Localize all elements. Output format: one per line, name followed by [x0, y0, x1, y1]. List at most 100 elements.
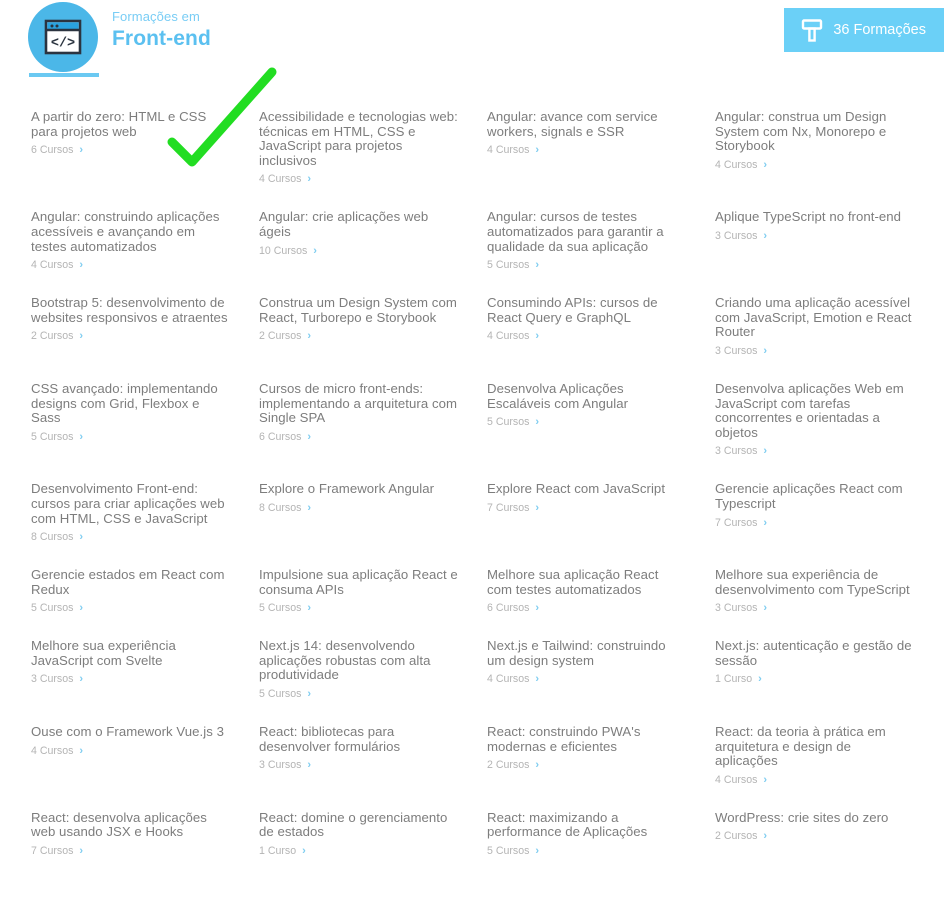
- page-title: Front-end: [112, 27, 211, 50]
- formation-card[interactable]: Next.js: autenticação e gestão de sessão…: [715, 615, 915, 701]
- formation-card[interactable]: Angular: cursos de testes automatizados …: [487, 186, 687, 272]
- formation-card-meta: 3 Cursos ›: [715, 602, 915, 615]
- formation-card[interactable]: Angular: construa um Design System com N…: [715, 86, 915, 186]
- svg-text:</>: </>: [51, 37, 75, 52]
- chevron-right-icon[interactable]: ›: [79, 845, 83, 858]
- formation-course-count: 4 Cursos: [31, 259, 74, 272]
- chevron-right-icon[interactable]: ›: [763, 230, 767, 243]
- formation-course-count: 10 Cursos: [259, 244, 308, 257]
- formation-card[interactable]: Explore o Framework Angular 8 Cursos ›: [259, 458, 459, 544]
- formation-card-title: Criando uma aplicação acessível com Java…: [715, 295, 912, 340]
- formation-card[interactable]: Melhore sua aplicação React com testes a…: [487, 544, 687, 615]
- formation-card[interactable]: Explore React com JavaScript 7 Cursos ›: [487, 458, 687, 544]
- chevron-right-icon[interactable]: ›: [79, 673, 83, 686]
- formation-course-count: 4 Cursos: [715, 158, 758, 171]
- formation-course-count: 7 Cursos: [715, 516, 758, 529]
- formation-card-title: React: da teoria à prática em arquitetur…: [715, 724, 886, 769]
- formation-card-title: Acessibilidade e tecnologias web: técnic…: [259, 109, 458, 168]
- chevron-right-icon[interactable]: ›: [763, 517, 767, 530]
- formation-card[interactable]: A partir do zero: HTML e CSS para projet…: [31, 86, 231, 186]
- formation-card[interactable]: CSS avançado: implementando designs com …: [31, 358, 231, 458]
- chevron-right-icon[interactable]: ›: [79, 259, 83, 272]
- formation-card-meta: 5 Cursos ›: [259, 602, 459, 615]
- chevron-right-icon[interactable]: ›: [763, 602, 767, 615]
- chevron-right-icon[interactable]: ›: [307, 330, 311, 343]
- formation-card[interactable]: Melhore sua experiência de desenvolvimen…: [715, 544, 915, 615]
- chevron-right-icon[interactable]: ›: [535, 330, 539, 343]
- chevron-right-icon[interactable]: ›: [307, 602, 311, 615]
- formation-card[interactable]: WordPress: crie sites do zero 2 Cursos ›: [715, 787, 915, 858]
- chevron-right-icon[interactable]: ›: [763, 445, 767, 458]
- chevron-right-icon[interactable]: ›: [763, 774, 767, 787]
- formation-card[interactable]: Desenvolvimento Front-end: cursos para c…: [31, 458, 231, 544]
- formation-card-meta: 2 Cursos ›: [259, 330, 459, 343]
- formation-card-title: Angular: construa um Design System com N…: [715, 109, 887, 154]
- chevron-right-icon[interactable]: ›: [307, 173, 311, 186]
- formation-card[interactable]: Consumindo APIs: cursos de React Query e…: [487, 272, 687, 358]
- chevron-right-icon[interactable]: ›: [307, 431, 311, 444]
- formation-card[interactable]: Cursos de micro front-ends: implementand…: [259, 358, 459, 458]
- chevron-right-icon[interactable]: ›: [79, 745, 83, 758]
- formation-card-title: A partir do zero: HTML e CSS para projet…: [31, 109, 207, 139]
- chevron-right-icon[interactable]: ›: [79, 431, 83, 444]
- chevron-right-icon[interactable]: ›: [307, 502, 311, 515]
- chevron-right-icon[interactable]: ›: [307, 759, 311, 772]
- signpost-icon: [801, 18, 823, 42]
- chevron-right-icon[interactable]: ›: [535, 416, 539, 429]
- formation-card[interactable]: React: desenvolva aplicações web usando …: [31, 787, 231, 858]
- formation-card[interactable]: Impulsione sua aplicação React e consuma…: [259, 544, 459, 615]
- chevron-right-icon[interactable]: ›: [758, 673, 762, 686]
- chevron-right-icon[interactable]: ›: [535, 845, 539, 858]
- formation-card[interactable]: React: maximizando a performance de Apli…: [487, 787, 687, 858]
- formation-course-count: 6 Cursos: [31, 144, 74, 157]
- formation-card[interactable]: Angular: avance com service workers, sig…: [487, 86, 687, 186]
- formation-course-count: 5 Cursos: [487, 259, 530, 272]
- formation-card[interactable]: Criando uma aplicação acessível com Java…: [715, 272, 915, 358]
- chevron-right-icon[interactable]: ›: [79, 602, 83, 615]
- formation-card[interactable]: Gerencie aplicações React com Typescript…: [715, 458, 915, 544]
- chevron-right-icon[interactable]: ›: [763, 345, 767, 358]
- formation-card[interactable]: Angular: construindo aplicações acessíve…: [31, 186, 231, 272]
- formation-card[interactable]: Angular: crie aplicações web ágeis 10 Cur…: [259, 186, 459, 272]
- formations-count-badge[interactable]: 36 Formações: [784, 8, 944, 52]
- formation-card[interactable]: React: construindo PWA's modernas e efic…: [487, 701, 687, 787]
- chevron-right-icon[interactable]: ›: [313, 245, 317, 258]
- formation-card[interactable]: Desenvolva Aplicações Escaláveis com Ang…: [487, 358, 687, 458]
- formation-card-title: Next.js: autenticação e gestão de sessão: [715, 638, 912, 668]
- chevron-right-icon[interactable]: ›: [302, 845, 306, 858]
- formation-card[interactable]: Aplique TypeScript no front-end 3 Cursos ›: [715, 186, 915, 272]
- chevron-right-icon[interactable]: ›: [79, 144, 83, 157]
- formation-card[interactable]: React: da teoria à prática em arquitetur…: [715, 701, 915, 787]
- formation-card[interactable]: Gerencie estados em React com Redux 5 Cur…: [31, 544, 231, 615]
- formation-card-meta: 5 Cursos ›: [31, 602, 231, 615]
- formation-card[interactable]: React: bibliotecas para desenvolver form…: [259, 701, 459, 787]
- formation-card[interactable]: Next.js 14: desenvolvendo aplicações rob…: [259, 615, 459, 701]
- chevron-right-icon[interactable]: ›: [535, 502, 539, 515]
- formation-card[interactable]: Construa um Design System com React, Tur…: [259, 272, 459, 358]
- chevron-right-icon[interactable]: ›: [763, 830, 767, 843]
- formation-card-title: Melhore sua experiência JavaScript com S…: [31, 638, 176, 668]
- chevron-right-icon[interactable]: ›: [535, 759, 539, 772]
- chevron-right-icon[interactable]: ›: [535, 673, 539, 686]
- formation-course-count: 3 Cursos: [715, 344, 758, 357]
- formation-card-title: Desenvolvimento Front-end: cursos para c…: [31, 481, 225, 526]
- formation-card[interactable]: React: domine o gerenciamento de estados…: [259, 787, 459, 858]
- chevron-right-icon[interactable]: ›: [307, 688, 311, 701]
- chevron-right-icon[interactable]: ›: [535, 259, 539, 272]
- chevron-right-icon[interactable]: ›: [535, 602, 539, 615]
- formation-card[interactable]: Desenvolva aplicações Web em JavaScript …: [715, 358, 915, 458]
- chevron-right-icon[interactable]: ›: [763, 159, 767, 172]
- formation-card-meta: 1 Curso ›: [259, 845, 459, 858]
- chevron-right-icon[interactable]: ›: [79, 531, 83, 544]
- formation-card[interactable]: Acessibilidade e tecnologias web: técnic…: [259, 86, 459, 186]
- formation-card[interactable]: Bootstrap 5: desenvolvimento de websites…: [31, 272, 231, 358]
- formation-card-title: Angular: crie aplicações web ágeis: [259, 209, 429, 239]
- formation-card[interactable]: Melhore sua experiência JavaScript com S…: [31, 615, 231, 701]
- formation-card-title: Next.js e Tailwind: construindo um desig…: [487, 638, 666, 668]
- chevron-right-icon[interactable]: ›: [79, 330, 83, 343]
- formation-card[interactable]: Ouse com o Framework Vue.js 3 4 Cursos ›: [31, 701, 231, 787]
- formation-card-title: Desenvolva aplicações Web em JavaScript …: [715, 380, 904, 440]
- formation-card-meta: 4 Cursos ›: [31, 745, 231, 758]
- chevron-right-icon[interactable]: ›: [535, 144, 539, 157]
- formation-card[interactable]: Next.js e Tailwind: construindo um desig…: [487, 615, 687, 701]
